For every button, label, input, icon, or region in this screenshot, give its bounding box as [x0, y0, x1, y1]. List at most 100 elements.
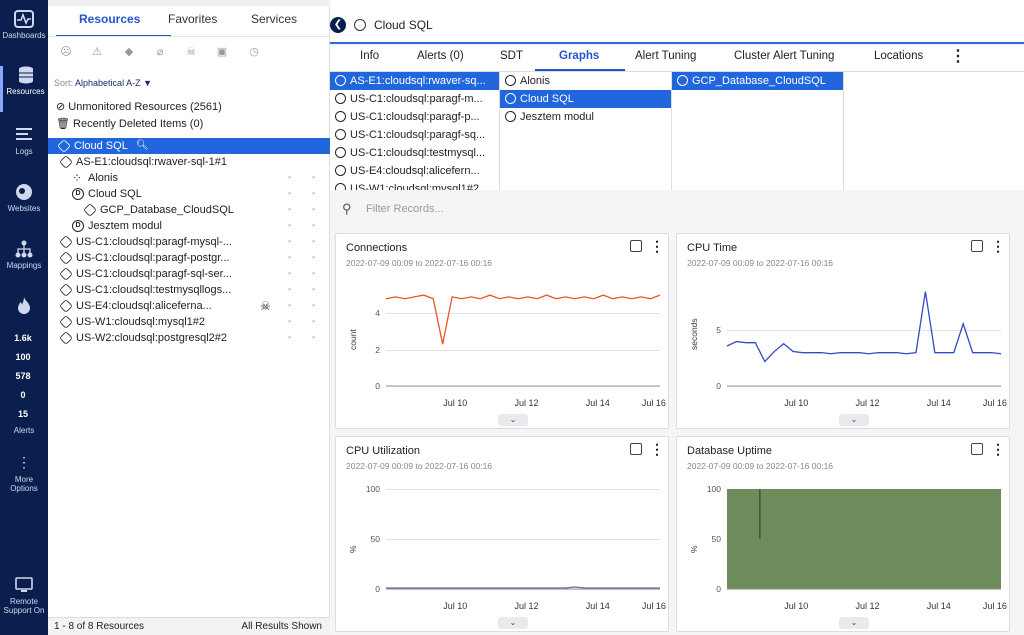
alert-count-sdt[interactable]: 15 — [6, 407, 40, 421]
tree-item[interactable]: US-C1:cloudsql:paragf-sql-ser... - - — [48, 266, 330, 282]
nav-mappings[interactable]: Mappings — [0, 240, 48, 270]
tree-item-label: Jesztem modul — [88, 220, 162, 232]
sort-control[interactable]: Sort: Alphabetical A-Z ▼ — [54, 78, 152, 88]
expand-legend-button[interactable]: ⌄ — [839, 617, 869, 629]
expand-legend-button[interactable]: ⌄ — [498, 617, 528, 629]
tree-item[interactable]: AS-E1:cloudsql:rwaver-sql-1#1 — [48, 154, 330, 170]
tree-item-label: US-E4:cloudsql:alicefernа... — [76, 300, 212, 312]
column-item-label: US-W1:cloudsql:mysql1#2 — [350, 183, 479, 190]
tab-locations[interactable]: Locations — [874, 50, 923, 62]
status-dash: - — [288, 220, 292, 231]
tab-alert-tuning[interactable]: Alert Tuning — [635, 50, 696, 62]
tab-alerts[interactable]: Alerts (0) — [417, 50, 464, 62]
page-title: Cloud SQL — [374, 18, 433, 32]
unmonitored-resources[interactable]: ⊘ Unmonitored Resources (2561) — [56, 100, 222, 113]
tree-item[interactable]: D Jesztem modul - - — [48, 218, 330, 234]
tree-item[interactable]: US-C1:cloudsql:paragf-postgr... - - — [48, 250, 330, 266]
graph-plot — [385, 294, 661, 387]
tree-item[interactable]: ⁘ Alonis - - — [48, 170, 330, 186]
status-dash: - — [288, 268, 292, 279]
column-item-label: US-C1:cloudsql:paragf-p... — [350, 111, 480, 123]
tree-item[interactable]: US-W2:cloudsql:postgresql2#2 - - — [48, 330, 330, 346]
alert-count-error[interactable]: 100 — [6, 350, 40, 364]
tree-item-label: AS-E1:cloudsql:rwaver-sql-1#1 — [76, 156, 228, 168]
collapse-panel-button[interactable]: ❮ — [330, 17, 346, 33]
column-item[interactable]: US-C1:cloudsql:testmysql... — [330, 144, 499, 162]
zoom-icon[interactable]: 🔍︎ — [136, 138, 149, 154]
column-item[interactable]: US-E4:cloudsql:alicefern... — [330, 162, 499, 180]
column-item[interactable]: Cloud SQL — [500, 90, 671, 108]
column-item[interactable]: US-C1:cloudsql:paragf-m... — [330, 90, 499, 108]
dead-collector-icon: ☠ — [260, 299, 271, 313]
tab-graphs[interactable]: Graphs — [559, 50, 599, 62]
alert-count-warning[interactable]: 578 — [6, 369, 40, 383]
result-count: 1 - 8 of 8 Resources — [54, 621, 145, 632]
expand-legend-button[interactable]: ⌄ — [498, 414, 528, 426]
tree-item[interactable]: US-E4:cloudsql:alicefernа... - - ☠ — [48, 298, 330, 314]
status-dash: - — [312, 300, 316, 311]
more-tabs-icon[interactable]: ⋮ — [950, 46, 966, 66]
filter-clock-icon[interactable]: ◷ — [246, 44, 262, 60]
filter-note-icon[interactable]: ▣ — [214, 44, 230, 60]
status-dash: - — [312, 252, 316, 263]
filter-warning-icon[interactable]: ⚠ — [89, 44, 105, 60]
filter-error-icon[interactable]: ◆ — [121, 44, 137, 60]
column-item[interactable]: US-W1:cloudsql:mysql1#2 — [330, 180, 499, 190]
graph-card: Connections 2022-07-09 00:09 to 2022-07-1… — [335, 233, 669, 429]
column-item[interactable]: US-C1:cloudsql:paragf-p... — [330, 108, 499, 126]
resources-icon — [18, 66, 33, 84]
column-item-label: Jesztem modul — [520, 111, 594, 123]
nav-alerts[interactable] — [0, 296, 48, 317]
nav-logs[interactable]: Logs — [0, 126, 48, 156]
nav-dashboards[interactable]: Dashboards — [0, 10, 48, 40]
tree-item[interactable]: US-C1:cloudsql:testmysqllogs... - - — [48, 282, 330, 298]
series-line — [385, 294, 661, 345]
chevron-left-icon: ❮ — [333, 19, 343, 30]
filter-muted-icon[interactable]: ⌀ — [152, 44, 168, 60]
tree-item[interactable]: GCP_Database_CloudSQL - - — [48, 202, 330, 218]
nav-remote-support[interactable]: Remote Support On — [0, 576, 48, 615]
datasource-icon — [505, 93, 516, 104]
tree-item[interactable]: US-C1:cloudsql:paragf-mysql-... - - — [48, 234, 330, 250]
nav-more-options[interactable]: ⋮ More Options — [0, 455, 48, 493]
results-status: All Results Shown — [241, 621, 322, 632]
filter-records[interactable]: ⚲ Filter Records... — [336, 199, 1020, 221]
filter-dead-icon[interactable]: ☹ — [58, 44, 74, 60]
filter-input[interactable]: Filter Records... — [366, 203, 444, 215]
graph-icon — [677, 75, 688, 86]
tab-favorites[interactable]: Favorites — [168, 12, 217, 26]
nav-websites[interactable]: Websites — [0, 183, 48, 213]
search-icon: ⚲ — [342, 201, 352, 216]
filter-skull-icon[interactable]: ☠ — [183, 44, 199, 60]
alert-count-critical[interactable]: 1.6k — [6, 331, 40, 345]
tree-item[interactable]: D Cloud SQL - - — [48, 186, 330, 202]
resource-icon — [335, 147, 346, 158]
mappings-icon — [15, 240, 33, 258]
column-item[interactable]: AS-E1:cloudsql:rwaver-sq... — [330, 72, 499, 90]
alert-count-info[interactable]: 0 — [6, 388, 40, 402]
tab-sdt[interactable]: SDT — [500, 50, 523, 62]
column-item[interactable]: US-C1:cloudsql:paragf-sq... — [330, 126, 499, 144]
graph-column: GCP_Database_CloudSQL — [672, 72, 844, 190]
status-dash: - — [288, 252, 292, 263]
column-item[interactable]: Alonis — [500, 72, 671, 90]
more-vertical-icon: ⋮ — [17, 454, 31, 470]
resource-icon — [335, 129, 346, 140]
column-item[interactable]: Jesztem modul — [500, 108, 671, 126]
tab-info[interactable]: Info — [360, 50, 379, 62]
instance-column: AS-E1:cloudsql:rwaver-sq... US-C1:cloudsq… — [330, 72, 500, 190]
resource-icon — [57, 139, 71, 153]
tab-resources[interactable]: Resources — [79, 12, 140, 26]
column-item[interactable]: GCP_Database_CloudSQL — [672, 72, 843, 90]
tree-item[interactable]: Cloud SQL 🔍︎ — [48, 138, 330, 154]
recently-deleted[interactable]: 🗑 Recently Deleted Items (0) — [56, 117, 203, 130]
nav-resources[interactable]: Resources — [0, 66, 48, 112]
tab-services[interactable]: Services — [251, 12, 297, 26]
tab-cluster-alert-tuning[interactable]: Cluster Alert Tuning — [734, 50, 834, 62]
graph-plot — [726, 291, 1002, 387]
resource-icon — [59, 299, 73, 313]
expand-legend-button[interactable]: ⌄ — [839, 414, 869, 426]
column-item-label: US-C1:cloudsql:testmysql... — [350, 147, 486, 159]
tree-item[interactable]: US-W1:cloudsql:mysql1#2 - - — [48, 314, 330, 330]
datasource-icon: D — [72, 220, 84, 232]
